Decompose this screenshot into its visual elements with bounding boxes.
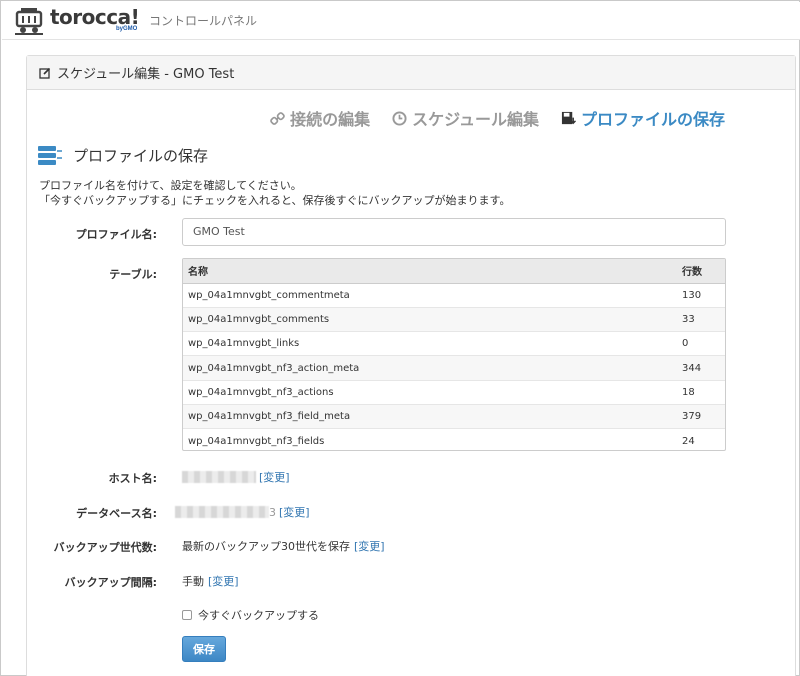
database-value: 3 [変更] (175, 504, 310, 520)
desc-line-2: 「今すぐバックアップする」にチェックを入れると、保存後すぐにバックアップが始まり… (39, 194, 511, 207)
table-header-row: 名称 行数 (183, 259, 725, 284)
step-label: 接続の編集 (290, 110, 371, 129)
step-save-profile[interactable]: プロファイルの保存 (561, 106, 725, 130)
step-connection-edit[interactable]: 接続の編集 (270, 106, 370, 130)
profile-name-input[interactable]: GMO Test (182, 218, 726, 246)
interval-value: 手動 [変更] (182, 573, 239, 589)
profile-name-label: プロファイル名: (75, 228, 157, 241)
section-title: プロファイルの保存 (73, 146, 209, 165)
row-count-cell: 344 (677, 355, 725, 381)
col-header-rows: 行数 (677, 259, 725, 284)
table-name-cell: wp_04a1mnvgbt_comments (183, 306, 677, 332)
save-button[interactable]: 保存 (182, 636, 226, 662)
row-count-cell: 24 (677, 428, 725, 450)
table-row: wp_04a1mnvgbt_nf3_action_meta 344 (183, 355, 725, 381)
app-title[interactable]: コントロールパネル (149, 12, 257, 29)
table-name-cell: wp_04a1mnvgbt_nf3_fields (183, 428, 677, 450)
wizard-steps: 接続の編集 スケジュール編集 プロファイルの保存 (270, 106, 725, 130)
table-name-cell: wp_04a1mnvgbt_commentmeta (183, 282, 677, 308)
tables-table: 名称 行数 wp_04a1mnvgbt_commentmeta 130 wp_0… (183, 259, 725, 450)
backup-now-option[interactable]: 今すぐバックアップする (182, 607, 319, 623)
generations-value: 最新のバックアップ30世代を保存 [変更] (182, 538, 385, 554)
row-count-cell: 130 (677, 282, 725, 308)
table-row: wp_04a1mnvgbt_comments 33 (183, 306, 725, 332)
table-row: wp_04a1mnvgbt_nf3_field_meta 379 (183, 403, 725, 429)
interval-change-link[interactable]: [変更] (208, 573, 239, 589)
generations-label: バックアップ世代数: (53, 541, 157, 554)
database-icon (38, 146, 62, 165)
database-change-link[interactable]: [変更] (279, 504, 310, 520)
row-count-cell: 0 (677, 331, 725, 356)
row-count-cell: 18 (677, 379, 725, 405)
table-row: wp_04a1mnvgbt_links 0 (183, 331, 725, 356)
database-tail: 3 (269, 505, 276, 519)
host-change-link[interactable]: [変更] (259, 469, 290, 485)
table-row: wp_04a1mnvgbt_nf3_actions 18 (183, 379, 725, 405)
step-label: スケジュール編集 (412, 110, 539, 129)
section-heading: プロファイルの保存 (37, 144, 208, 166)
logo-cart-icon (15, 8, 43, 35)
interval-text: 手動 (182, 575, 204, 588)
host-value: [変更] (182, 469, 290, 485)
link-icon (270, 111, 285, 125)
panel-heading: スケジュール編集 - GMO Test (27, 56, 795, 90)
table-row: wp_04a1mnvgbt_nf3_fields 24 (183, 428, 725, 450)
col-header-name: 名称 (183, 259, 677, 284)
database-label: データベース名: (76, 507, 157, 520)
redacted-database (175, 506, 269, 518)
table-row: wp_04a1mnvgbt_commentmeta 130 (183, 282, 725, 308)
row-count-cell: 379 (677, 403, 725, 429)
table-name-cell: wp_04a1mnvgbt_links (183, 331, 677, 356)
desc-line-1: プロファイル名を付けて、設定を確認してください。 (39, 179, 302, 192)
redacted-host (182, 471, 256, 483)
backup-now-label[interactable]: 今すぐバックアップする (198, 607, 319, 623)
step-label: プロファイルの保存 (580, 110, 725, 129)
table-label: テーブル: (109, 268, 157, 281)
app-frame: torocca! byGMO コントロールパネル スケジュール編集 - GMO … (0, 0, 800, 676)
edit-icon (39, 67, 51, 79)
table-name-cell: wp_04a1mnvgbt_nf3_actions (183, 379, 677, 405)
step-schedule-edit[interactable]: スケジュール編集 (392, 106, 539, 130)
generations-text: 最新のバックアップ30世代を保存 (182, 540, 350, 553)
row-count-cell: 33 (677, 306, 725, 332)
interval-label: バックアップ間隔: (64, 576, 157, 589)
host-label: ホスト名: (108, 472, 157, 485)
table-name-cell: wp_04a1mnvgbt_nf3_action_meta (183, 355, 677, 381)
tables-list[interactable]: 名称 行数 wp_04a1mnvgbt_commentmeta 130 wp_0… (182, 258, 726, 451)
logo-sub: byGMO (116, 26, 138, 32)
table-name-cell: wp_04a1mnvgbt_nf3_field_meta (183, 403, 677, 429)
panel-title: スケジュール編集 - GMO Test (57, 67, 235, 82)
section-description: プロファイル名を付けて、設定を確認してください。 「今すぐバックアップする」にチ… (39, 178, 510, 208)
backup-now-checkbox[interactable] (182, 610, 192, 620)
save-icon (561, 111, 576, 124)
clock-icon (392, 110, 407, 126)
schedule-edit-panel: スケジュール編集 - GMO Test 接続の編集 スケジュール編集 プロファイ… (26, 55, 796, 676)
top-bar: torocca! byGMO コントロールパネル (2, 2, 800, 40)
generations-change-link[interactable]: [変更] (354, 538, 385, 554)
